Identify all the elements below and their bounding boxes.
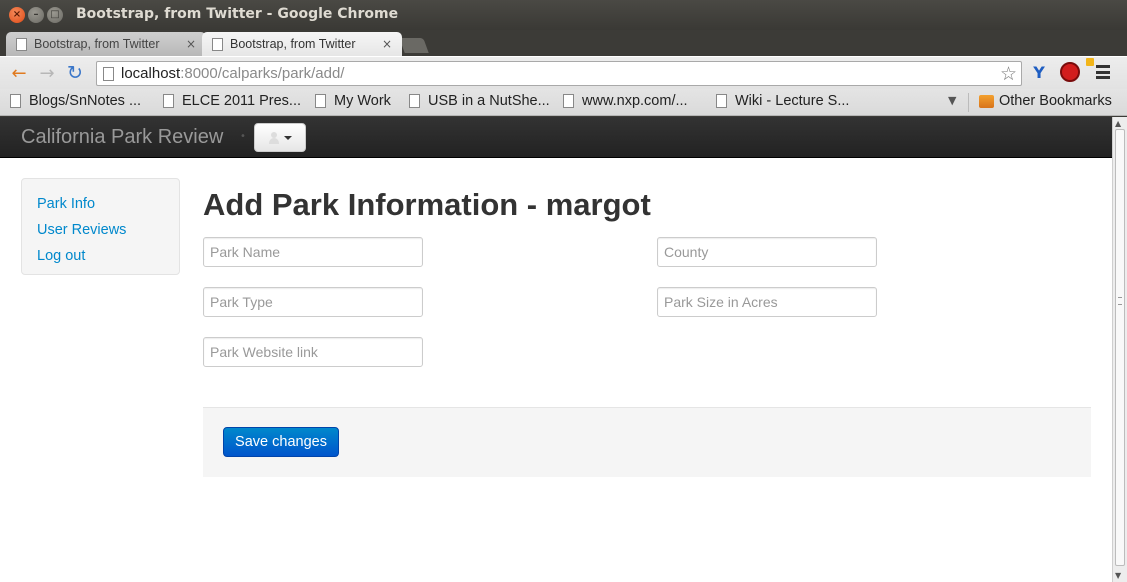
user-icon bbox=[268, 131, 280, 144]
form-actions: Save changes bbox=[203, 407, 1091, 477]
tab-bootstrap-1[interactable]: Bootstrap, from Twitter × bbox=[6, 32, 206, 56]
url-path: :8000/calparks/park/add/ bbox=[180, 65, 345, 82]
sidebar: Park Info User Reviews Log out bbox=[21, 178, 180, 275]
scroll-down-icon[interactable]: ▼ bbox=[1115, 571, 1121, 580]
window-titlebar: × – □ Bootstrap, from Twitter - Google C… bbox=[0, 0, 1127, 30]
navbar: California Park Review • bbox=[0, 117, 1112, 158]
window-maximize-icon[interactable]: □ bbox=[47, 7, 63, 23]
bookmark-label: USB in a NutShe... bbox=[428, 93, 550, 109]
chrome-menu-icon[interactable] bbox=[1096, 65, 1110, 79]
bookmarks-overflow-icon[interactable]: ▼ bbox=[948, 94, 956, 107]
bookmark-item[interactable]: My Work bbox=[315, 93, 391, 109]
sidebar-item-park-info[interactable]: Park Info bbox=[37, 191, 164, 217]
page-icon bbox=[103, 66, 114, 81]
bookmark-item[interactable]: Wiki - Lecture S... bbox=[716, 93, 849, 109]
page-title: Add Park Information - margot bbox=[203, 187, 651, 222]
bookmarks-divider bbox=[968, 93, 969, 112]
page-viewport: California Park Review • Park Info User … bbox=[0, 117, 1112, 582]
window-title: Bootstrap, from Twitter - Google Chrome bbox=[76, 6, 399, 22]
tab-label: Bootstrap, from Twitter bbox=[34, 37, 160, 51]
park-size-input[interactable] bbox=[657, 287, 877, 317]
window-close-icon[interactable]: × bbox=[9, 7, 25, 23]
back-arrow-icon[interactable]: ← bbox=[8, 62, 30, 84]
url-host: localhost bbox=[121, 65, 181, 82]
new-tab-button[interactable] bbox=[399, 38, 429, 53]
bookmark-item[interactable]: Blogs/SnNotes ... bbox=[10, 93, 141, 109]
window-minimize-icon[interactable]: – bbox=[28, 7, 44, 23]
tab-label: Bootstrap, from Twitter bbox=[230, 37, 356, 51]
sidebar-item-log-out[interactable]: Log out bbox=[37, 243, 164, 269]
extension-badge-icon bbox=[1086, 58, 1094, 66]
scrollbar-grip bbox=[1118, 297, 1122, 305]
park-name-input[interactable] bbox=[203, 237, 423, 267]
browser-toolbar: ← → ↻ localhost :8000/calparks/park/add/… bbox=[0, 56, 1127, 89]
other-bookmarks[interactable]: Other Bookmarks bbox=[979, 93, 1112, 109]
bookmark-star-icon[interactable]: ☆ bbox=[1000, 63, 1017, 85]
tab-close-icon[interactable]: × bbox=[382, 37, 392, 51]
page-icon bbox=[16, 37, 27, 51]
tab-strip: Bootstrap, from Twitter × Bootstrap, fro… bbox=[0, 30, 1127, 56]
bookmark-label: Other Bookmarks bbox=[999, 93, 1112, 109]
window-controls: × – □ bbox=[9, 7, 63, 23]
save-changes-button[interactable]: Save changes bbox=[223, 427, 339, 457]
sidebar-item-user-reviews[interactable]: User Reviews bbox=[37, 217, 164, 243]
folder-icon bbox=[979, 94, 994, 108]
page-icon bbox=[10, 94, 21, 108]
page-icon bbox=[563, 94, 574, 108]
bookmarks-bar: Blogs/SnNotes ... ELCE 2011 Pres... My W… bbox=[0, 89, 1127, 116]
bookmark-label: www.nxp.com/... bbox=[582, 93, 688, 109]
address-bar[interactable]: localhost :8000/calparks/park/add/ ☆ bbox=[96, 61, 1022, 86]
vertical-scrollbar[interactable]: ▲ ▼ bbox=[1112, 117, 1127, 582]
reload-icon[interactable]: ↻ bbox=[64, 62, 86, 84]
park-type-input[interactable] bbox=[203, 287, 423, 317]
bookmark-label: Blogs/SnNotes ... bbox=[29, 93, 142, 109]
tab-close-icon[interactable]: × bbox=[186, 37, 196, 51]
page-icon bbox=[716, 94, 727, 108]
page-icon bbox=[163, 94, 174, 108]
bookmark-label: ELCE 2011 Pres... bbox=[182, 93, 302, 109]
bookmark-item[interactable]: USB in a NutShe... bbox=[409, 93, 550, 109]
page-icon bbox=[212, 37, 223, 51]
page-icon bbox=[409, 94, 420, 108]
nav-divider: • bbox=[240, 131, 246, 142]
forward-arrow-icon[interactable]: → bbox=[36, 62, 58, 84]
scrollbar-thumb[interactable] bbox=[1115, 129, 1125, 566]
extension-y-icon[interactable]: Y bbox=[1030, 63, 1048, 82]
bookmark-item[interactable]: ELCE 2011 Pres... bbox=[163, 93, 301, 109]
user-menu-button[interactable] bbox=[254, 123, 306, 152]
scroll-up-icon[interactable]: ▲ bbox=[1115, 119, 1121, 128]
page-icon bbox=[315, 94, 326, 108]
caret-down-icon bbox=[284, 135, 292, 140]
bookmark-item[interactable]: www.nxp.com/... bbox=[563, 93, 688, 109]
brand-link[interactable]: California Park Review bbox=[21, 126, 223, 149]
bookmark-label: Wiki - Lecture S... bbox=[735, 93, 850, 109]
bookmark-label: My Work bbox=[334, 93, 391, 109]
park-website-input[interactable] bbox=[203, 337, 423, 367]
county-input[interactable] bbox=[657, 237, 877, 267]
tab-bootstrap-2[interactable]: Bootstrap, from Twitter × bbox=[202, 32, 402, 56]
extension-stop-icon[interactable] bbox=[1060, 62, 1080, 82]
